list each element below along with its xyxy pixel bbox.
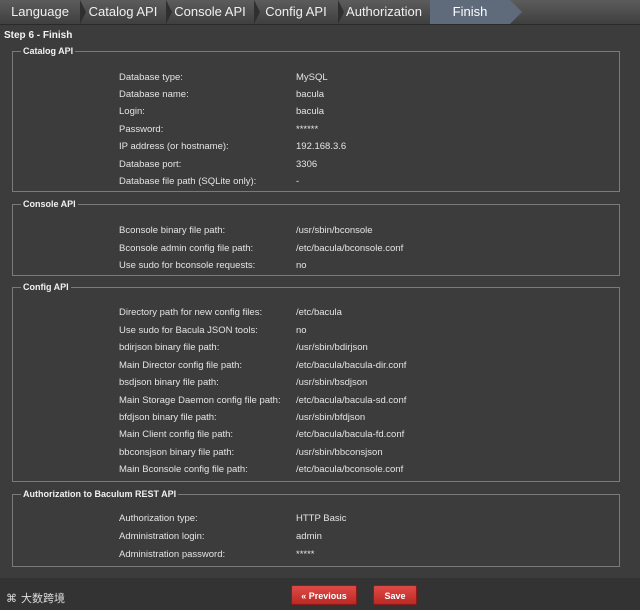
setting-label: bfdjson binary file path: [119,412,217,423]
step-label: Catalog API [88,4,158,19]
setting-value: no [296,325,307,336]
setting-value: /usr/sbin/bdirjson [296,342,368,353]
setting-value: /usr/sbin/bbconsjson [296,447,383,458]
setting-value: /usr/sbin/bconsole [296,225,373,236]
console-api-section: Console API Bconsole binary file path: /u… [12,199,620,276]
step-label: Language [11,4,69,19]
step-authorization[interactable]: Authorization [338,0,430,24]
setting-label: Main Storage Daemon config file path: [119,395,281,406]
step-label: Config API [265,4,327,19]
step-label: Console API [174,4,246,19]
setting-value: bacula [296,89,324,100]
setting-value: /etc/bacula/bacula-dir.conf [296,360,407,371]
step-language[interactable]: Language [0,0,86,24]
setting-label: Directory path for new config files: [119,307,263,318]
setting-value: 3306 [296,159,318,170]
section-legend: Catalog API [23,46,74,56]
setting-value: /etc/bacula/bconsole.conf [296,243,404,254]
save-button[interactable]: Save [373,585,417,605]
previous-button[interactable]: « Previous [291,585,357,605]
setting-label: Main Director config file path: [119,360,243,371]
setting-value: MySQL [296,72,328,83]
setting-label: Database file path (SQLite only): [119,176,257,187]
step-label: Finish [452,4,488,19]
setting-value: 192.168.3.6 [296,141,347,152]
setting-label: IP address (or hostname): [119,141,229,152]
watermark-logo: ⌘ 大数跨境 [6,590,65,606]
setting-value: bacula [296,106,324,117]
step-console-api[interactable]: Console API [166,0,260,24]
setting-value: no [296,260,307,271]
step-catalog-api[interactable]: Catalog API [80,0,172,24]
setting-label: Database port: [119,159,182,170]
setting-label: Password: [119,124,164,135]
wizard-steps: Language Catalog API Console API Config … [0,0,640,25]
watermark-text: 大数跨境 [21,593,65,605]
section-legend: Console API [23,199,76,209]
setting-label: Authorization type: [119,513,198,524]
setting-label: Use sudo for Bacula JSON tools: [119,325,258,336]
setting-label: Database type: [119,72,183,83]
step-finish[interactable]: Finish [430,0,522,24]
step-config-api[interactable]: Config API [254,0,344,24]
setting-label: Administration login: [119,531,205,542]
setting-value: /etc/bacula/bacula-sd.conf [296,395,407,406]
setting-value: HTTP Basic [296,513,347,524]
setting-label: Use sudo for bconsole requests: [119,260,256,271]
setting-label: Database name: [119,89,189,100]
setting-label: bdirjson binary file path: [119,342,220,353]
setting-label: Main Client config file path: [119,429,234,440]
logo-icon: ⌘ [6,592,17,605]
setting-value: - [296,176,300,187]
setting-label: Login: [119,106,145,117]
page-title: Step 6 - Finish [4,30,73,41]
setting-label: Administration password: [119,549,226,560]
setting-label: bsdjson binary file path: [119,377,219,388]
setting-label: Bconsole binary file path: [119,225,226,236]
authorization-section: Authorization to Baculum REST API Author… [12,489,620,567]
setting-value: admin [296,531,322,542]
section-legend: Config API [23,282,69,292]
setting-value: /usr/sbin/bsdjson [296,377,368,388]
catalog-api-section: Catalog API Database type: MySQL Database… [12,46,620,192]
config-api-section: Config API Directory path for new config… [12,282,620,482]
section-legend: Authorization to Baculum REST API [23,489,177,499]
setting-value: /etc/bacula/bacula-fd.conf [296,429,405,440]
step-label: Authorization [346,4,422,19]
setting-value: /etc/bacula [296,307,342,318]
setting-value: /etc/bacula/bconsole.conf [296,464,404,475]
setting-value: ***** [296,549,315,560]
setting-value: /usr/sbin/bfdjson [296,412,366,423]
setting-label: bbconsjson binary file path: [119,447,235,458]
setting-label: Bconsole admin config file path: [119,243,254,254]
setting-label: Main Bconsole config file path: [119,464,248,475]
setting-value: ****** [296,124,319,135]
